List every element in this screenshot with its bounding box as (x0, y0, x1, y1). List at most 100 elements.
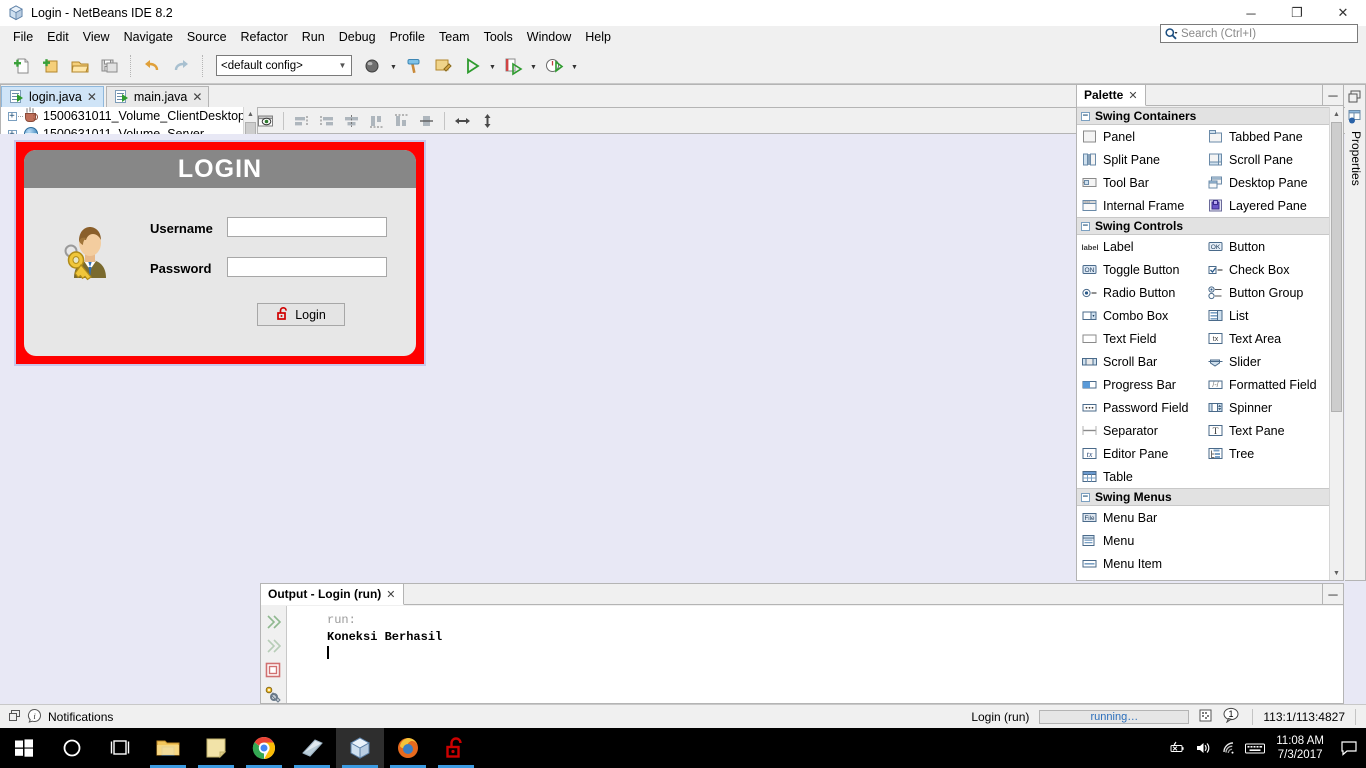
palette-item-menu-item[interactable]: Menu Item (1077, 552, 1329, 575)
palette-item-desktop-pane[interactable]: Desktop Pane (1203, 171, 1329, 194)
config-combo[interactable]: <default config> ▼ (216, 55, 352, 76)
volume-icon[interactable] (1190, 728, 1216, 768)
close-icon[interactable]: ✕ (1128, 89, 1137, 102)
build-dropdown-icon[interactable]: ▼ (388, 52, 399, 80)
palette-item-button[interactable]: OK Button (1203, 235, 1329, 258)
palette-item-check-box[interactable]: Check Box (1203, 258, 1329, 281)
tree-row[interactable]: +1500631011_Volume_ClientDesktop (1, 107, 243, 125)
expand-toggle-icon[interactable]: + (6, 110, 18, 122)
open-project-icon[interactable] (66, 52, 94, 80)
palette-item-tree[interactable]: Tree (1203, 442, 1329, 465)
align-bottom-icon[interactable] (390, 110, 413, 131)
keyboard-icon[interactable] (1242, 728, 1268, 768)
collapse-toggle-icon[interactable]: − (1081, 111, 1090, 121)
password-field[interactable] (227, 257, 387, 277)
editor-tab-main-java[interactable]: main.java ✕ (105, 86, 210, 107)
properties-dock-label[interactable]: Properties (1345, 125, 1363, 186)
align-left-icon[interactable] (290, 110, 313, 131)
settings-icon[interactable] (261, 682, 285, 706)
palette-item-scroll-bar[interactable]: Scroll Bar (1077, 350, 1203, 373)
close-icon[interactable]: ✕ (87, 90, 97, 104)
palette-category-swing-containers[interactable]: − Swing Containers (1077, 107, 1329, 125)
tab-output[interactable]: Output - Login (run) ✕ (261, 584, 404, 605)
menu-item-window[interactable]: Window (520, 28, 578, 46)
minimize-button[interactable]: ─ (1228, 0, 1274, 26)
palette-item-menu-bar[interactable]: File Menu Bar (1077, 506, 1329, 529)
progress-detail-icon[interactable] (1199, 709, 1212, 725)
palette-item-text-field[interactable]: Text Field (1077, 327, 1203, 350)
login-form-design[interactable]: LOGIN Username Password Login (14, 140, 426, 366)
chrome-button[interactable] (240, 728, 288, 768)
taskbar-clock[interactable]: 11:08 AM 7/3/2017 (1268, 734, 1332, 762)
align-top-icon[interactable] (365, 110, 388, 131)
palette-item-internal-frame[interactable]: Internal Frame (1077, 194, 1203, 217)
properties-icon[interactable] (1345, 108, 1364, 125)
notification-badge[interactable]: 1 (1222, 707, 1242, 726)
palette-category-swing-controls[interactable]: − Swing Controls (1077, 217, 1329, 235)
new-project-icon[interactable] (37, 52, 65, 80)
maximize-button[interactable]: ❐ (1274, 0, 1320, 26)
resize-horizontal-icon[interactable] (451, 110, 474, 131)
notepad-button[interactable] (192, 728, 240, 768)
editor-tab-login-java[interactable]: login.java ✕ (1, 86, 104, 107)
tab-palette[interactable]: Palette ✕ (1077, 85, 1146, 106)
menu-item-help[interactable]: Help (578, 28, 618, 46)
battery-icon[interactable] (1164, 728, 1190, 768)
menu-item-tools[interactable]: Tools (477, 28, 520, 46)
debug-icon[interactable] (499, 52, 527, 80)
save-all-icon[interactable] (95, 52, 123, 80)
palette-item-progress-bar[interactable]: Progress Bar (1077, 373, 1203, 396)
clean-build-project-icon[interactable] (429, 52, 457, 80)
login-app-button[interactable] (432, 728, 480, 768)
palette-vscrollbar[interactable]: ▲ ▼ (1329, 107, 1343, 580)
menu-item-profile[interactable]: Profile (383, 28, 432, 46)
scroll-up-icon[interactable]: ▲ (1330, 107, 1343, 121)
palette-item-menu-item-checkbox[interactable]: Menu Item / CheckBox (1077, 575, 1329, 581)
collapse-toggle-icon[interactable]: − (1081, 221, 1090, 231)
action-center-icon[interactable] (1332, 728, 1366, 768)
palette-vscroll-thumb[interactable] (1331, 122, 1342, 412)
menu-item-source[interactable]: Source (180, 28, 234, 46)
palette-item-tabbed-pane[interactable]: Tabbed Pane (1203, 125, 1329, 148)
username-field[interactable] (227, 217, 387, 237)
palette-minimize-button[interactable]: ─ (1323, 85, 1343, 105)
palette-item-list[interactable]: List (1203, 304, 1329, 327)
menu-item-file[interactable]: File (6, 28, 40, 46)
redo-icon[interactable] (167, 52, 195, 80)
palette-item-layered-pane[interactable]: Layered Pane (1203, 194, 1329, 217)
close-button[interactable]: ✕ (1320, 0, 1366, 26)
align-center-icon[interactable] (340, 110, 363, 131)
palette-item-spinner[interactable]: Spinner (1203, 396, 1329, 419)
collapse-toggle-icon[interactable]: − (1081, 492, 1090, 502)
resize-vertical-icon[interactable] (476, 110, 499, 131)
menu-item-run[interactable]: Run (295, 28, 332, 46)
run-dropdown-icon[interactable]: ▼ (487, 52, 498, 80)
palette-item-slider[interactable]: Slider (1203, 350, 1329, 373)
menu-item-refactor[interactable]: Refactor (234, 28, 295, 46)
file-explorer-button[interactable] (144, 728, 192, 768)
login-button[interactable]: Login (257, 303, 345, 326)
center-vertical-icon[interactable] (415, 110, 438, 131)
palette-item-tool-bar[interactable]: Tool Bar (1077, 171, 1203, 194)
menu-item-debug[interactable]: Debug (332, 28, 383, 46)
menu-item-view[interactable]: View (76, 28, 117, 46)
palette-item-password-field[interactable]: Password Field (1077, 396, 1203, 419)
float-window-icon[interactable] (8, 709, 21, 725)
align-right-icon[interactable] (315, 110, 338, 131)
palette-item-toggle-button[interactable]: ON Toggle Button (1077, 258, 1203, 281)
wifi-icon[interactable] (1216, 728, 1242, 768)
progress-bar[interactable]: running… (1039, 709, 1190, 724)
word-button[interactable] (288, 728, 336, 768)
debug-dropdown-icon[interactable]: ▼ (528, 52, 539, 80)
scroll-up-icon[interactable]: ▲ (244, 107, 257, 121)
close-icon[interactable]: ✕ (386, 588, 395, 601)
palette-item-text-area[interactable]: tx Text Area (1203, 327, 1329, 350)
palette-item-separator[interactable]: Separator (1077, 419, 1203, 442)
undo-icon[interactable] (138, 52, 166, 80)
palette-item-label[interactable]: label Label (1077, 235, 1203, 258)
palette-item-text-pane[interactable]: T Text Pane (1203, 419, 1329, 442)
firefox-button[interactable] (384, 728, 432, 768)
output-minimize-button[interactable]: ─ (1323, 584, 1343, 604)
rerun-icon[interactable] (261, 610, 285, 634)
stop-icon[interactable] (261, 658, 285, 682)
